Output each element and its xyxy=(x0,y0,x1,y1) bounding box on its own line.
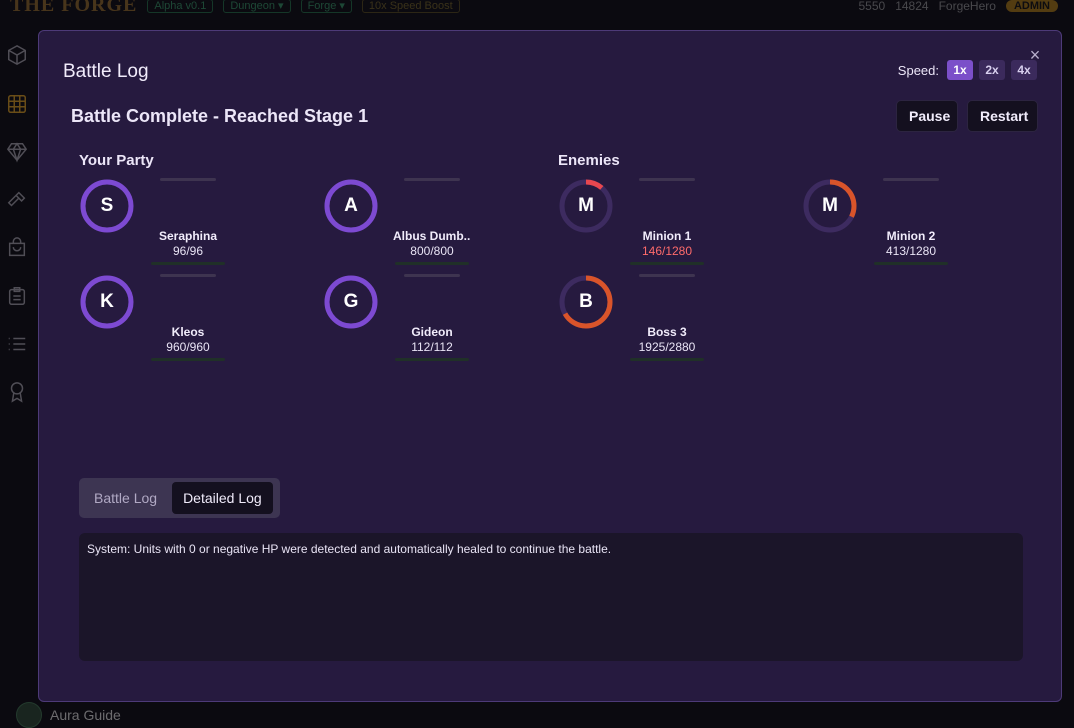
cube-icon[interactable] xyxy=(6,44,28,66)
hp-ring: A xyxy=(323,178,379,234)
status-bar xyxy=(883,178,939,181)
enemy-card-2: M Minion 2413/1280 xyxy=(802,178,962,268)
hp-ring: S xyxy=(79,178,135,234)
enemies-title: Enemies xyxy=(558,152,620,169)
energy-bar xyxy=(630,262,704,265)
log-tabs: Battle Log Detailed Log xyxy=(79,478,280,518)
hp-ring: G xyxy=(323,274,379,330)
unit-initial: K xyxy=(79,274,135,330)
speed-1x-button[interactable]: 1x xyxy=(947,60,973,80)
unit-name: Albus Dumb... xyxy=(393,229,471,243)
guide-label: Aura Guide xyxy=(50,707,121,723)
status-bar xyxy=(404,178,460,181)
speed-label: Speed: xyxy=(898,63,939,78)
pause-button[interactable]: Pause xyxy=(896,100,958,132)
award-icon[interactable] xyxy=(6,381,28,403)
unit-initial: G xyxy=(323,274,379,330)
status-bar xyxy=(639,274,695,277)
unit-initial: A xyxy=(323,178,379,234)
forge-menu[interactable]: Forge ▾ xyxy=(301,0,352,13)
hp-ring: M xyxy=(558,178,614,234)
party-card-4: G Gideon112/112 xyxy=(323,274,483,364)
energy-bar xyxy=(395,358,469,361)
speed-control: Speed: 1x 2x 4x xyxy=(898,60,1037,80)
tab-battle-log[interactable]: Battle Log xyxy=(83,482,168,514)
status-bar xyxy=(160,178,216,181)
energy-bar xyxy=(630,358,704,361)
unit-name: Minion 2 xyxy=(872,229,950,243)
party-card-1: S Seraphina96/96 xyxy=(79,178,239,268)
unit-name: Boss 3 xyxy=(628,325,706,339)
restart-button[interactable]: Restart xyxy=(967,100,1038,132)
bag-icon[interactable] xyxy=(6,237,28,259)
party-card-2: A Albus Dumb...800/800 xyxy=(323,178,483,268)
topbar-right: 5550 14824 ForgeHero ADMIN xyxy=(859,0,1074,13)
role-badge: ADMIN xyxy=(1006,0,1058,12)
unit-hp: 1925/2880 xyxy=(618,340,716,354)
status-bar xyxy=(404,274,460,277)
username[interactable]: ForgeHero xyxy=(939,0,996,13)
enemy-card-1: M Minion 1146/1280 xyxy=(558,178,718,268)
unit-hp: 96/96 xyxy=(139,244,237,258)
app-logo: THE FORGE xyxy=(10,0,137,17)
unit-name: Minion 1 xyxy=(628,229,706,243)
enemy-card-3: B Boss 31925/2880 xyxy=(558,274,718,364)
gem-count: 14824 xyxy=(895,0,928,13)
hp-ring: M xyxy=(802,178,858,234)
battle-status: Battle Complete - Reached Stage 1 xyxy=(71,106,368,127)
speed-boost-chip: 10x Speed Boost xyxy=(362,0,460,13)
energy-bar xyxy=(151,358,225,361)
unit-initial: M xyxy=(802,178,858,234)
unit-hp: 112/112 xyxy=(383,340,481,354)
unit-hp: 146/1280 xyxy=(618,244,716,258)
hp-ring: B xyxy=(558,274,614,330)
status-bar xyxy=(639,178,695,181)
status-bar xyxy=(160,274,216,277)
hammer-icon[interactable] xyxy=(6,189,28,211)
battle-log-modal: × Battle Log Speed: 1x 2x 4x Battle Comp… xyxy=(38,30,1062,702)
unit-initial: B xyxy=(558,274,614,330)
unit-initial: S xyxy=(79,178,135,234)
list-icon[interactable] xyxy=(6,333,28,355)
energy-bar xyxy=(395,262,469,265)
energy-bar xyxy=(151,262,225,265)
unit-initial: M xyxy=(558,178,614,234)
log-content: System: Units with 0 or negative HP were… xyxy=(79,533,1023,661)
unit-hp: 960/960 xyxy=(139,340,237,354)
unit-name: Kleos xyxy=(149,325,227,339)
unit-name: Gideon xyxy=(393,325,471,339)
unit-hp: 413/1280 xyxy=(862,244,960,258)
party-card-3: K Kleos960/960 xyxy=(79,274,239,364)
party-title: Your Party xyxy=(79,152,154,169)
unit-name: Seraphina xyxy=(149,229,227,243)
gold-count: 5550 xyxy=(859,0,886,13)
version-chip: Alpha v0.1 xyxy=(147,0,213,13)
modal-title: Battle Log xyxy=(63,61,149,83)
gem-icon[interactable] xyxy=(6,141,28,163)
guide-avatar xyxy=(16,702,42,728)
tab-detailed-log[interactable]: Detailed Log xyxy=(172,482,273,514)
clipboard-icon[interactable] xyxy=(6,285,28,307)
speed-4x-button[interactable]: 4x xyxy=(1011,60,1037,80)
unit-hp: 800/800 xyxy=(383,244,481,258)
hp-ring: K xyxy=(79,274,135,330)
energy-bar xyxy=(874,262,948,265)
dungeon-menu[interactable]: Dungeon ▾ xyxy=(223,0,290,13)
speed-2x-button[interactable]: 2x xyxy=(979,60,1005,80)
grid-icon[interactable] xyxy=(6,93,28,115)
app-topbar: THE FORGE Alpha v0.1 Dungeon ▾ Forge ▾ 1… xyxy=(0,0,1074,18)
aura-guide[interactable]: Aura Guide xyxy=(16,702,121,727)
app-sidebar xyxy=(0,30,34,727)
log-entry: System: Units with 0 or negative HP were… xyxy=(87,542,1015,556)
